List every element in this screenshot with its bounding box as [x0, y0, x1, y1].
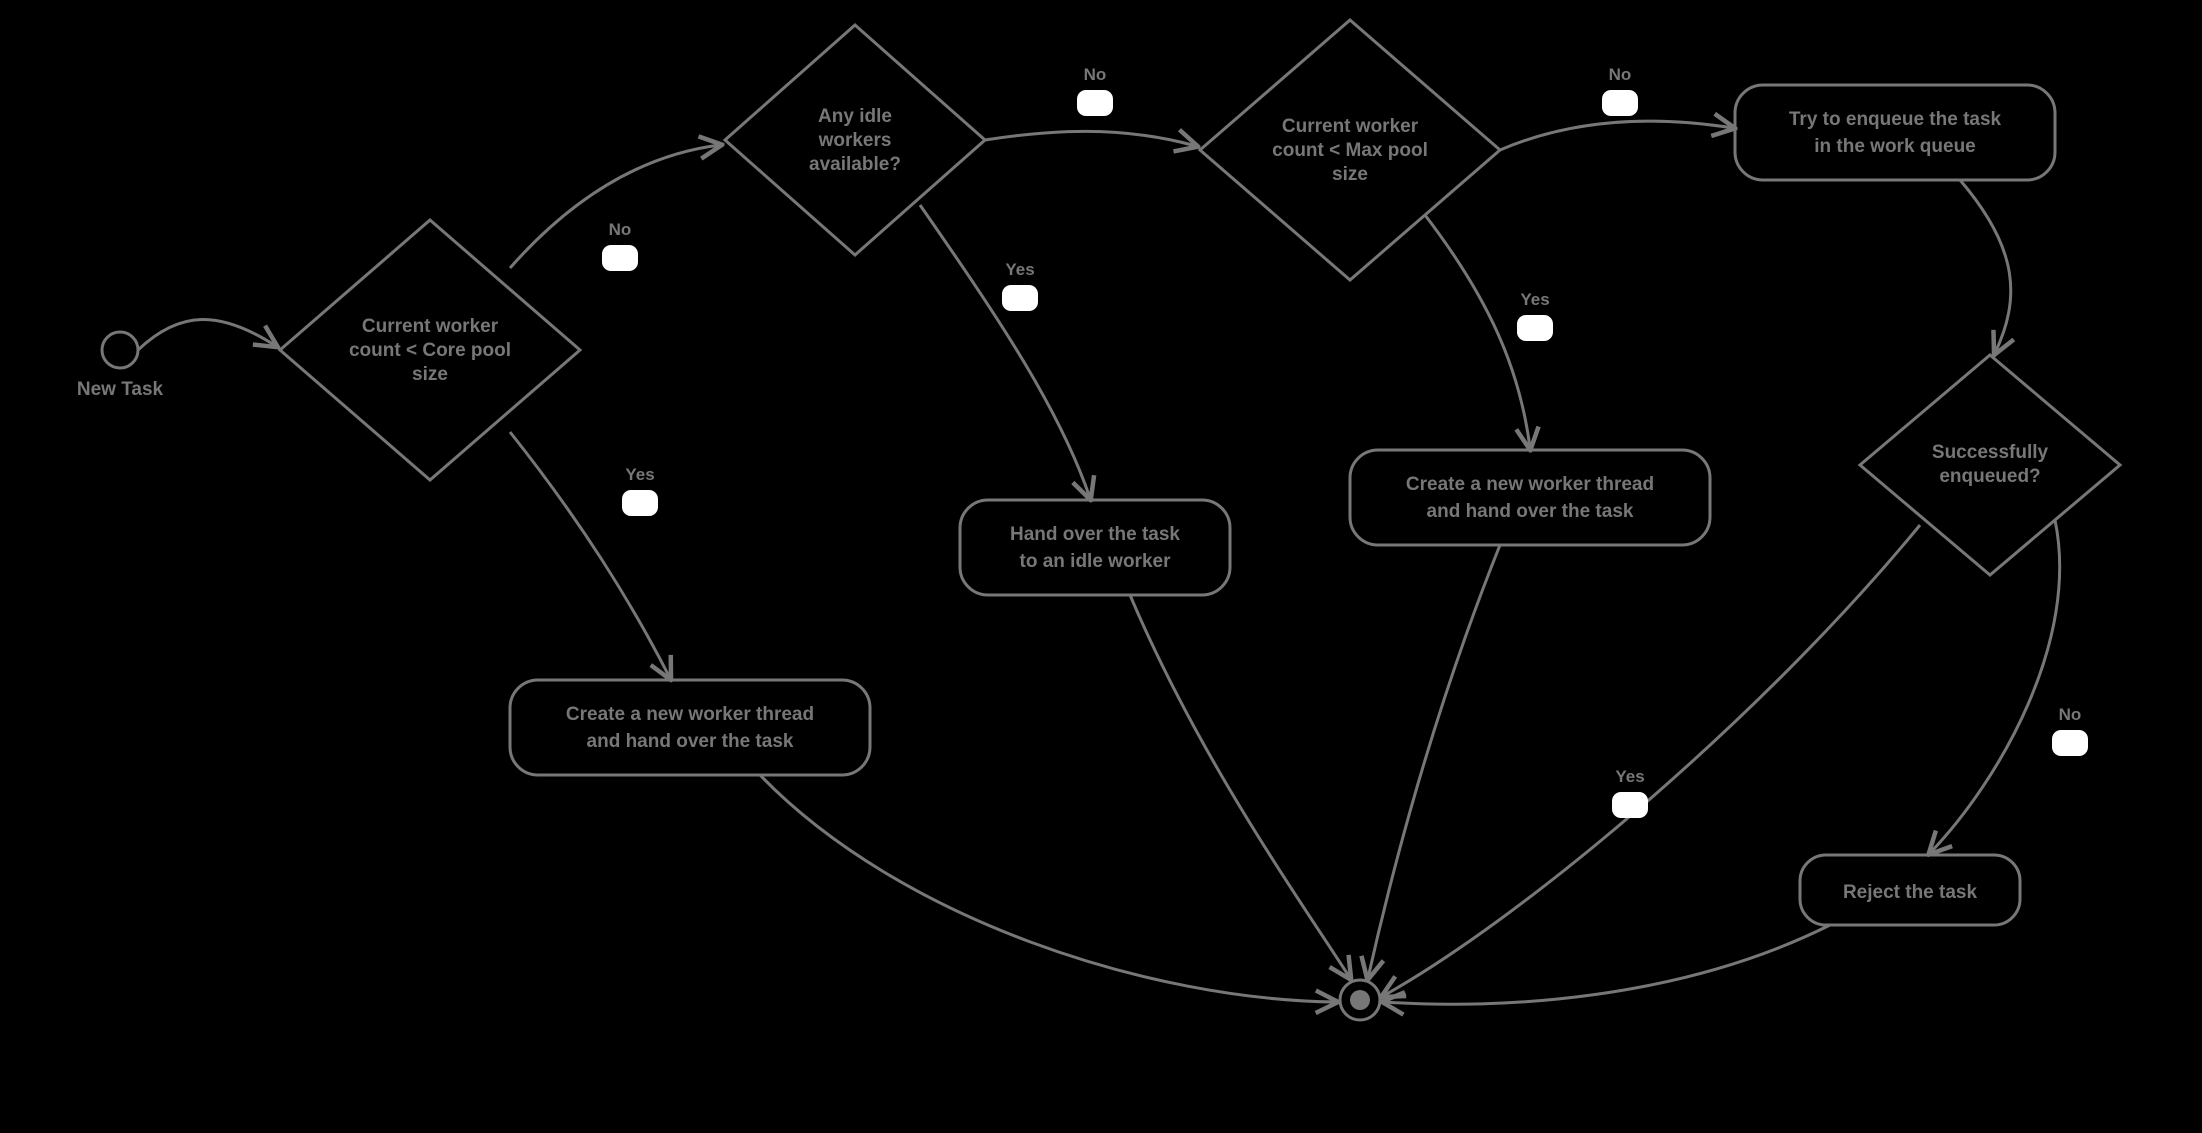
svg-text:Any idle: Any idle	[818, 106, 892, 127]
svg-text:Successfully: Successfully	[1932, 442, 2049, 463]
edge-d3-no	[1500, 121, 1733, 150]
decision-core-pool: Current worker count < Core pool size	[280, 220, 580, 480]
svg-text:Current worker: Current worker	[1282, 116, 1419, 137]
edge-a1-end	[760, 775, 1336, 1002]
svg-text:available?: available?	[809, 154, 901, 175]
label-d2-yes: Yes	[1002, 260, 1038, 311]
svg-text:count < Core pool: count < Core pool	[349, 340, 511, 361]
svg-text:workers: workers	[818, 130, 892, 151]
edge-a2-end	[1130, 595, 1350, 978]
start-label: New Task	[77, 379, 164, 400]
label-d1-no: No	[602, 220, 638, 271]
label-d1-yes: Yes	[622, 465, 658, 516]
svg-text:Current worker: Current worker	[362, 316, 499, 337]
flow-diagram: New Task Current worker count < Core poo…	[0, 0, 2202, 1133]
action-idle-worker: Hand over the task to an idle worker	[960, 500, 1230, 595]
svg-text:to an idle worker: to an idle worker	[1020, 551, 1172, 572]
svg-text:No: No	[609, 220, 632, 239]
action-enqueue: Try to enqueue the task in the work queu…	[1735, 85, 2055, 180]
label-d2-no: No	[1077, 65, 1113, 116]
svg-text:and hand over the task: and hand over the task	[587, 731, 794, 752]
svg-text:size: size	[1332, 164, 1368, 185]
label-d4-yes: Yes	[1612, 767, 1648, 818]
svg-text:Create a new worker thread: Create a new worker thread	[566, 704, 814, 725]
action-reject: Reject the task	[1800, 855, 2020, 925]
svg-text:enqueued?: enqueued?	[1939, 466, 2040, 487]
edge-d2-yes	[920, 205, 1090, 498]
edge-a3-end	[1368, 545, 1500, 978]
svg-text:No: No	[1609, 65, 1632, 84]
decision-idle-workers: Any idle workers available?	[725, 25, 985, 255]
decision-max-pool: Current worker count < Max pool size	[1200, 20, 1500, 280]
svg-text:No: No	[1084, 65, 1107, 84]
start-node: New Task	[77, 332, 164, 400]
svg-text:Yes: Yes	[1005, 260, 1034, 279]
svg-text:Yes: Yes	[625, 465, 654, 484]
edge-start-d1	[138, 319, 276, 350]
label-d4-no: No	[2052, 705, 2088, 756]
action-create-max-worker: Create a new worker thread and hand over…	[1350, 450, 1710, 545]
svg-text:Create a new worker thread: Create a new worker thread	[1406, 474, 1654, 495]
svg-text:Yes: Yes	[1615, 767, 1644, 786]
edge-a4-d4	[1960, 180, 2011, 353]
svg-text:count < Max pool: count < Max pool	[1272, 140, 1428, 161]
svg-text:Yes: Yes	[1520, 290, 1549, 309]
svg-text:Reject the task: Reject the task	[1843, 882, 1978, 903]
action-create-core-worker: Create a new worker thread and hand over…	[510, 680, 870, 775]
svg-text:No: No	[2059, 705, 2082, 724]
label-d3-yes: Yes	[1517, 290, 1553, 341]
decision-enqueued: Successfully enqueued?	[1860, 355, 2120, 575]
edge-d2-no	[985, 131, 1196, 146]
end-node	[1340, 980, 1380, 1020]
edge-d3-yes	[1425, 215, 1530, 448]
svg-text:size: size	[412, 364, 448, 385]
svg-text:Try to enqueue the task: Try to enqueue the task	[1789, 109, 2002, 130]
svg-text:Hand over the task: Hand over the task	[1010, 524, 1180, 545]
edge-a5-end	[1384, 925, 1830, 1004]
svg-text:and hand over the task: and hand over the task	[1427, 501, 1634, 522]
svg-text:in the work queue: in the work queue	[1814, 136, 1976, 157]
label-d3-no: No	[1602, 65, 1638, 116]
